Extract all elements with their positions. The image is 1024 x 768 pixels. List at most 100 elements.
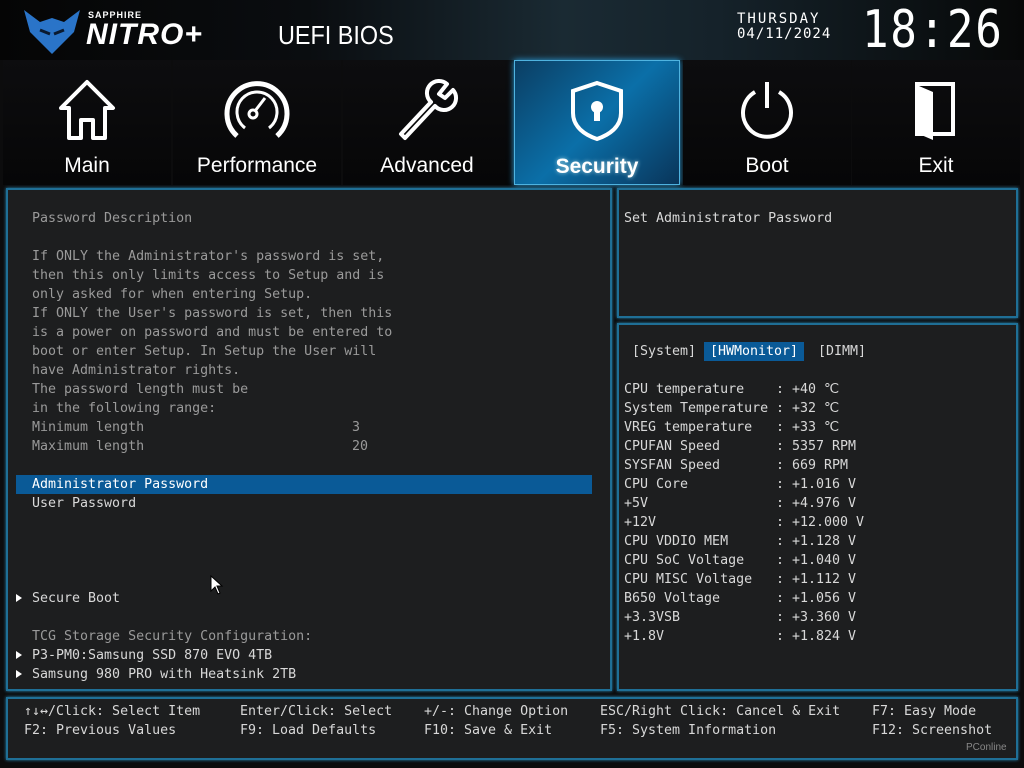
monitor-row: B650 Voltage: +1.056 V xyxy=(624,589,864,608)
user-password-item[interactable]: User Password xyxy=(32,494,136,513)
secure-boot-label: Secure Boot xyxy=(32,591,121,606)
clock: 18:26 xyxy=(862,0,1004,60)
monitor-row: SYSFAN Speed : 669 RPM xyxy=(624,456,864,475)
section-title: Password Description xyxy=(32,211,193,226)
shield-lock-icon xyxy=(571,80,623,142)
tab-label: Exit xyxy=(918,154,954,177)
key-hint: F12: Screenshot xyxy=(872,723,993,738)
key-hint: ESC/Right Click: Cancel & Exit xyxy=(600,704,841,719)
monitor-value: : +1.824 V xyxy=(776,629,857,644)
monitor-row: +12V : +12.000 V xyxy=(624,513,864,532)
home-icon xyxy=(59,80,115,140)
monitor-row: +3.3VSB : +3.360 V xyxy=(624,608,864,627)
hardware-monitor-list: CPU temperature : +40 ℃ System Temperature… xyxy=(624,380,864,646)
watermark: PConline xyxy=(966,742,1007,753)
monitor-label: CPU temperature xyxy=(624,382,745,397)
submenu-arrow-icon xyxy=(16,594,22,602)
monitor-row: CPUFAN Speed : 5357 RPM xyxy=(624,437,864,456)
max-length-label: Maximum length xyxy=(32,439,145,454)
key-hint: F5: System Information xyxy=(600,723,777,738)
min-length-value: 3 xyxy=(352,420,361,435)
bios-title: UEFI BIOS xyxy=(278,20,394,50)
drive-label: Samsung 980 PRO with Heatsink 2TB xyxy=(32,667,297,682)
description-line: have Administrator rights. xyxy=(32,363,241,378)
monitor-label: System Temperature xyxy=(624,401,769,416)
monitor-label: +5V xyxy=(624,496,649,511)
drive-item[interactable]: Samsung 980 PRO with Heatsink 2TB xyxy=(16,665,296,684)
key-hint: ↑↓↔/Click: Select Item xyxy=(24,704,201,719)
date: 04/11/2024 xyxy=(737,26,832,42)
tab-label: Main xyxy=(64,154,110,177)
drive-item[interactable]: P3-PM0:Samsung SSD 870 EVO 4TB xyxy=(16,646,272,665)
tab-advanced[interactable]: Advanced xyxy=(343,60,511,185)
monitor-label: +1.8V xyxy=(624,629,665,644)
weekday: THURSDAY xyxy=(737,11,821,27)
monitor-row: +5V : +4.976 V xyxy=(624,494,864,513)
description-line: only asked for when entering Setup. xyxy=(32,287,313,302)
administrator-password-item[interactable]: Administrator Password xyxy=(16,475,592,494)
key-hint: +/-: Change Option xyxy=(424,704,569,719)
power-icon xyxy=(741,82,793,139)
monitor-row: CPU VDDIO MEM: +1.128 V xyxy=(624,532,864,551)
key-hint: F2: Previous Values xyxy=(24,723,177,738)
sapphire-logo-icon xyxy=(24,10,80,54)
monitor-value: : +4.976 V xyxy=(776,496,857,511)
monitor-label: CPU Core xyxy=(624,477,689,492)
mouse-cursor-icon xyxy=(210,575,224,595)
secure-boot-item[interactable]: Secure Boot xyxy=(16,589,120,608)
monitor-label: CPUFAN Speed xyxy=(624,439,721,454)
monitor-value: : +1.040 V xyxy=(776,553,857,568)
monitor-label: VREG temperature xyxy=(624,420,753,435)
key-hint: Enter/Click: Select xyxy=(240,704,393,719)
submenu-arrow-icon xyxy=(16,651,22,659)
monitor-value: : +1.112 V xyxy=(776,572,857,587)
wrench-icon xyxy=(399,78,459,140)
monitor-row: +1.8V : +1.824 V xyxy=(624,627,864,646)
tab-boot[interactable]: Boot xyxy=(683,60,851,185)
tab-performance[interactable]: Performance xyxy=(173,60,341,185)
description-line: If ONLY the Administrator's password is … xyxy=(32,249,385,264)
monitor-value: : +12.000 V xyxy=(776,515,865,530)
max-length-value: 20 xyxy=(352,439,369,454)
monitor-value: : 5357 RPM xyxy=(776,439,857,454)
drive-label: P3-PM0:Samsung SSD 870 EVO 4TB xyxy=(32,648,273,663)
tab-exit[interactable]: Exit xyxy=(852,60,1020,185)
description-line: in the following range: xyxy=(32,401,217,416)
tcg-label: TCG Storage Security Configuration: xyxy=(32,629,313,644)
tab-label: Advanced xyxy=(380,154,474,177)
description-line: boot or enter Setup. In Setup the User w… xyxy=(32,344,377,359)
monitor-value: : +1.128 V xyxy=(776,534,857,549)
monitor-value: : +3.360 V xyxy=(776,610,857,625)
tab-label: Security xyxy=(555,155,639,178)
help-panel xyxy=(617,188,1018,318)
monitor-label: CPU MISC Voltage xyxy=(624,572,753,587)
description-line: If ONLY the User's password is set, then… xyxy=(32,306,393,321)
monitor-value: : +33 ℃ xyxy=(776,420,839,435)
monitor-tab-dimm[interactable]: [DIMM] xyxy=(818,342,866,361)
monitor-row: CPU temperature : +40 ℃ xyxy=(624,380,864,399)
monitor-tab-system[interactable]: [System] xyxy=(632,342,696,361)
monitor-row: CPU MISC Voltage : +1.112 V xyxy=(624,570,864,589)
monitor-value: : 669 RPM xyxy=(776,458,849,473)
monitor-label: +3.3VSB xyxy=(624,610,681,625)
min-length-label: Minimum length xyxy=(32,420,145,435)
tab-label: Performance xyxy=(196,154,318,177)
main-tabs: Main Performance Advanced Security Boot … xyxy=(0,60,1024,186)
monitor-label: +12V xyxy=(624,515,657,530)
help-text: Set Administrator Password xyxy=(624,211,833,226)
monitor-row: CPU SoC Voltage : +1.040 V xyxy=(624,551,864,570)
monitor-row: VREG temperature : +33 ℃ xyxy=(624,418,864,437)
tab-main[interactable]: Main xyxy=(3,60,171,185)
tab-label: Boot xyxy=(745,154,789,177)
monitor-label: B650 Voltage xyxy=(624,591,721,606)
key-hint: F10: Save & Exit xyxy=(424,723,553,738)
monitor-label: CPU SoC Voltage xyxy=(624,553,745,568)
monitor-value: : +1.016 V xyxy=(776,477,857,492)
tab-security[interactable]: Security xyxy=(514,60,680,185)
description-line: is a power on password and must be enter… xyxy=(32,325,393,340)
monitor-value: : +40 ℃ xyxy=(776,382,839,397)
monitor-label: SYSFAN Speed xyxy=(624,458,721,473)
monitor-tab-hwmonitor[interactable]: [HWMonitor] xyxy=(704,342,805,361)
description-line: then this only limits access to Setup an… xyxy=(32,268,385,283)
door-exit-icon xyxy=(915,82,955,140)
